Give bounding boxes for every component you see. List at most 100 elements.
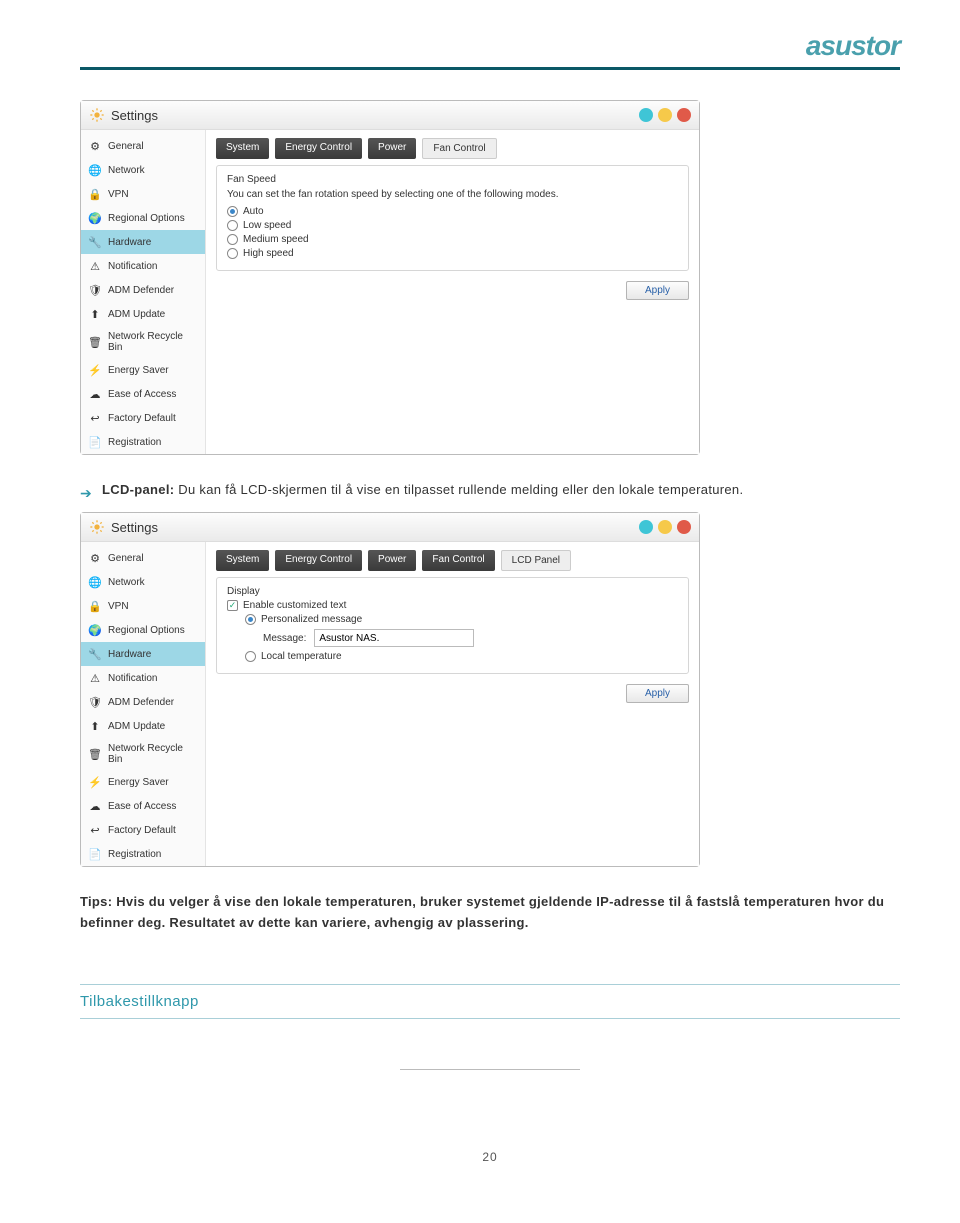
tab-system[interactable]: System: [216, 138, 269, 159]
sidebar-item-network-recycle-bin[interactable]: 🗑Network Recycle Bin: [81, 326, 205, 358]
radio-label: Local temperature: [261, 651, 342, 662]
sidebar-item-label: Notification: [108, 673, 157, 684]
bullet-text: Du kan få LCD-skjermen til å vise en til…: [174, 482, 743, 497]
checkbox-icon: ✓: [227, 600, 238, 611]
sidebar-item-ease-of-access[interactable]: ☁Ease of Access: [81, 382, 205, 406]
apply-button[interactable]: Apply: [626, 281, 689, 300]
sidebar-item-vpn[interactable]: 🔒VPN: [81, 182, 205, 206]
sidebar-item-label: Hardware: [108, 237, 151, 248]
sidebar-item-energy-saver[interactable]: ⚡Energy Saver: [81, 358, 205, 382]
sidebar-item-label: Hardware: [108, 649, 151, 660]
sidebar-item-general[interactable]: ⚙General: [81, 546, 205, 570]
sidebar-item-regional-options[interactable]: 🌍Regional Options: [81, 206, 205, 230]
network-icon: 🌐: [88, 575, 102, 589]
bullet-lcd-panel: ➔ LCD-panel: Du kan få LCD-skjermen til …: [80, 480, 900, 504]
tab-lcd-panel[interactable]: LCD Panel: [501, 550, 571, 571]
sidebar-item-adm-defender[interactable]: 🛡ADM Defender: [81, 690, 205, 714]
radio-personalized-message[interactable]: Personalized message: [245, 614, 678, 625]
general-icon: ⚙: [88, 551, 102, 565]
sidebar-item-label: Network: [108, 165, 145, 176]
sidebar-item-energy-saver[interactable]: ⚡Energy Saver: [81, 770, 205, 794]
apply-button[interactable]: Apply: [626, 684, 689, 703]
sidebar-item-adm-update[interactable]: ⬆ ADM Update: [81, 714, 205, 738]
sidebar-item-label: Registration: [108, 849, 161, 860]
factory-default-icon: ↩: [88, 411, 102, 425]
regional-options-icon: 🌍: [88, 211, 102, 225]
tab-energy-control[interactable]: Energy Control: [275, 550, 362, 571]
sidebar-item-regional-options[interactable]: 🌍 Regional Options: [81, 618, 205, 642]
radio-local-temperature[interactable]: Local temperature: [245, 651, 678, 662]
sidebar-item-label: Ease of Access: [108, 389, 176, 400]
sidebar-item-notification[interactable]: ⚠Notification: [81, 254, 205, 278]
sidebar-item-label: Regional Options: [108, 625, 185, 636]
radio-low-speed[interactable]: Low speed: [227, 220, 678, 231]
sidebar-item-network[interactable]: 🌐Network: [81, 158, 205, 182]
sidebar-item-hardware[interactable]: 🔧Hardware: [81, 642, 205, 666]
radio-icon: [245, 614, 256, 625]
tips-paragraph: Tips: Hvis du velger å vise den lokale t…: [80, 892, 900, 934]
radio-label: Medium speed: [243, 234, 309, 245]
ease-of-access-icon: ☁: [88, 799, 102, 813]
sidebar-item-adm-defender[interactable]: 🛡ADM Defender: [81, 278, 205, 302]
sidebar-item-label: VPN: [108, 601, 129, 612]
panel-desc: You can set the fan rotation speed by se…: [227, 189, 678, 200]
sidebar-item-adm-update[interactable]: ⬆ADM Update: [81, 302, 205, 326]
sidebar-item-vpn[interactable]: 🔒 VPN: [81, 594, 205, 618]
minimize-icon[interactable]: [658, 108, 672, 122]
tab-fan-control[interactable]: Fan Control: [422, 550, 494, 571]
sidebar-item-label: Energy Saver: [108, 365, 169, 376]
enable-customized-text[interactable]: ✓ Enable customized text: [227, 600, 678, 611]
tab-fan-control[interactable]: Fan Control: [422, 138, 496, 159]
sidebar-item-notification[interactable]: ⚠Notification: [81, 666, 205, 690]
sidebar-item-network[interactable]: 🌐Network: [81, 570, 205, 594]
minimize-icon[interactable]: [658, 520, 672, 534]
radio-auto[interactable]: Auto: [227, 206, 678, 217]
vpn-icon: 🔒: [88, 599, 102, 613]
notification-icon: ⚠: [88, 259, 102, 273]
tab-power[interactable]: Power: [368, 138, 416, 159]
sidebar-item-label: ADM Defender: [108, 697, 174, 708]
sidebar-item-factory-default[interactable]: ↩ Factory Default: [81, 406, 205, 430]
sidebar-item-label: Network Recycle Bin: [108, 743, 198, 765]
radio-label: High speed: [243, 248, 294, 259]
sidebar-item-registration[interactable]: 📄 Registration: [81, 842, 205, 866]
tab-energy-control[interactable]: Energy Control: [275, 138, 362, 159]
help-icon[interactable]: [639, 520, 653, 534]
sidebar-item-factory-default[interactable]: ↩Factory Default: [81, 818, 205, 842]
registration-icon: 📄: [88, 847, 102, 861]
settings-window-fan: Settings ⚙General🌐Network🔒VPN🌍Regional O…: [80, 100, 700, 455]
radio-icon: [227, 248, 238, 259]
brand-logo: asustor: [806, 30, 900, 61]
radio-medium-speed[interactable]: Medium speed: [227, 234, 678, 245]
adm-update-icon: ⬆: [88, 719, 102, 733]
display-panel: Display ✓ Enable customized text Persona…: [216, 577, 689, 674]
message-input[interactable]: [314, 629, 474, 647]
sidebar-item-label: ADM Defender: [108, 285, 174, 296]
help-icon[interactable]: [639, 108, 653, 122]
sidebar-item-label: Registration: [108, 437, 161, 448]
page-number: 20: [80, 1150, 900, 1164]
sidebar-item-label: General: [108, 141, 144, 152]
settings-sidebar: ⚙General🌐Network🔒VPN🌍Regional Options🔧Ha…: [81, 130, 206, 454]
sidebar-item-general[interactable]: ⚙General: [81, 134, 205, 158]
tab-power[interactable]: Power: [368, 550, 416, 571]
settings-sidebar: ⚙General🌐Network 🔒 VPN 🌍 Regional Options 🔧Ha…: [81, 542, 206, 866]
sidebar-item-label: ADM Update: [108, 309, 165, 320]
sidebar-item-hardware[interactable]: 🔧Hardware: [81, 230, 205, 254]
tab-system[interactable]: System: [216, 550, 269, 571]
close-icon[interactable]: [677, 108, 691, 122]
window-title: Settings: [111, 520, 158, 535]
sidebar-item-ease-of-access[interactable]: ☁Ease of Access: [81, 794, 205, 818]
sidebar-item-network-recycle-bin[interactable]: 🗑Network Recycle Bin: [81, 738, 205, 770]
regional-options-icon: 🌍: [88, 623, 102, 637]
sidebar-item-registration[interactable]: 📄Registration: [81, 430, 205, 454]
close-icon[interactable]: [677, 520, 691, 534]
section-header-reset-button: Tilbakestillknapp: [80, 984, 900, 1019]
sidebar-item-label: ADM Update: [108, 721, 165, 732]
radio-icon: [245, 651, 256, 662]
radio-high-speed[interactable]: High speed: [227, 248, 678, 259]
sidebar-item-label: Factory Default: [108, 413, 176, 424]
panel-legend: Fan Speed: [227, 174, 276, 185]
sidebar-item-label: VPN: [108, 189, 129, 200]
energy-saver-icon: ⚡: [88, 775, 102, 789]
